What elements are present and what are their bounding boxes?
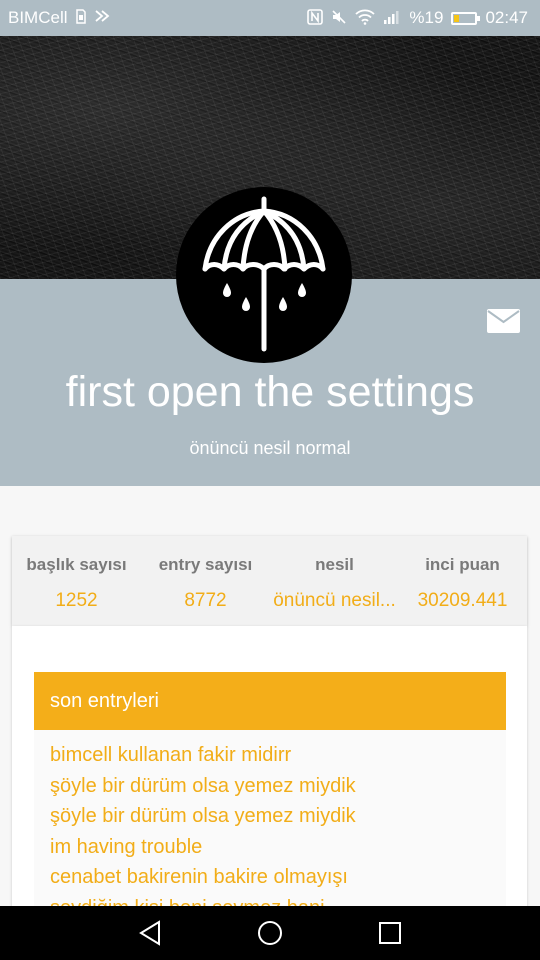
status-bar: BIMCell %19 02:47 [0, 0, 540, 36]
stat-label: entry sayısı [158, 555, 253, 574]
battery-level [454, 14, 459, 22]
battery-percent: %19 [409, 8, 444, 27]
data-saver-icon [94, 9, 110, 27]
recent-entries-header: son entryleri [34, 672, 506, 730]
wifi-icon [355, 9, 376, 28]
stat-label: başlık sayısı [26, 555, 127, 574]
recent-entries-list: bimcell kullanan fakir midirr şöyle bir … [34, 730, 506, 910]
stats-card: başlık sayısı 1252 entry sayısı 8772 nes… [12, 536, 527, 626]
clock: 02:47 [485, 8, 528, 27]
list-item[interactable]: cenabet bakirenin bakire olmayışı [34, 862, 506, 893]
recents-icon [379, 922, 401, 944]
list-item[interactable]: bimcell kullanan fakir midirr [34, 740, 506, 771]
nfc-icon [307, 8, 324, 28]
status-bar-left: BIMCell [8, 8, 110, 28]
sim-icon [75, 9, 86, 27]
status-bar-right: %19 02:47 [307, 8, 528, 28]
stat-value: 8772 [184, 590, 227, 611]
list-item[interactable]: şöyle bir dürüm olsa yemez miydik [34, 771, 506, 802]
home-button[interactable] [225, 906, 315, 960]
mute-icon [331, 9, 347, 28]
avatar[interactable] [176, 187, 352, 363]
list-item[interactable]: şöyle bir dürüm olsa yemez miydik [34, 801, 506, 832]
mail-icon[interactable] [487, 309, 520, 333]
battery-icon [451, 11, 481, 25]
recents-button[interactable] [345, 906, 435, 960]
username: first open the settings [65, 368, 475, 416]
umbrella-icon [202, 196, 326, 352]
carrier-name: BIMCell [8, 8, 68, 27]
back-icon [139, 920, 160, 946]
back-button[interactable] [105, 906, 195, 960]
signal-icon [383, 9, 401, 28]
stat-label: inci puan [425, 555, 500, 574]
stat-value: önüncü nesil... [273, 590, 396, 611]
list-item[interactable]: im having trouble [34, 832, 506, 863]
generation-label: önüncü nesil normal [189, 438, 351, 458]
stat-value: 1252 [55, 590, 98, 611]
stat-label: nesil [315, 555, 354, 574]
navigation-bar [0, 906, 540, 960]
stat-value: 30209.441 [417, 590, 508, 611]
home-icon [258, 921, 282, 945]
